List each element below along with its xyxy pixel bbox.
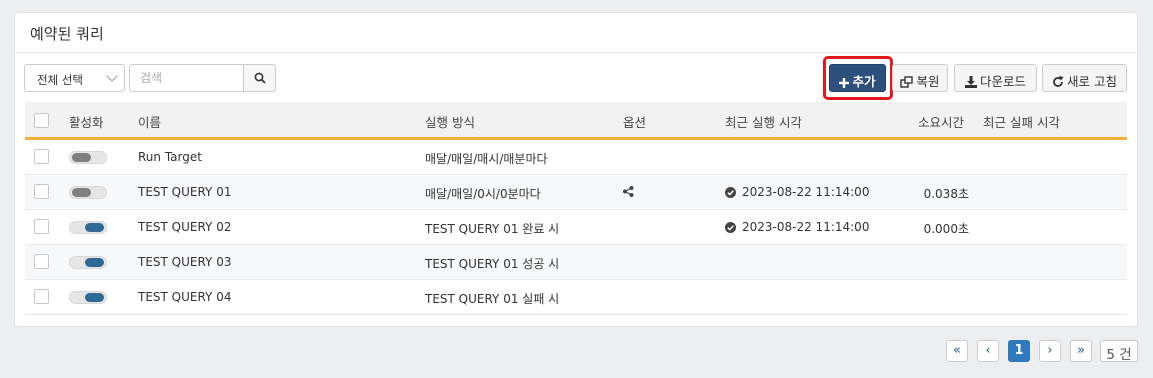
refresh-button[interactable]: 새로 고침	[1042, 64, 1127, 92]
table-row[interactable]: TEST QUERY 01 매달/매일/0시/0분마다 2023-08-22 1…	[25, 175, 1127, 210]
total-count: 5 건	[1100, 340, 1138, 363]
scheduled-query-panel: 예약된 쿼리 전체 선택 추가 복원 다운로드 새로 고침 활성화 이름 실행 …	[14, 12, 1138, 327]
table-row[interactable]: TEST QUERY 02 TEST QUERY 01 완료 시 2023-08…	[25, 210, 1127, 245]
select-all-checkbox[interactable]	[34, 113, 49, 128]
table-row[interactable]: TEST QUERY 03 TEST QUERY 01 성공 시	[25, 245, 1127, 280]
header-last-run[interactable]: 최근 실행 시각	[725, 112, 802, 131]
check-circle-icon	[725, 222, 736, 233]
share-icon[interactable]	[623, 186, 634, 200]
query-name[interactable]: TEST QUERY 02	[138, 220, 231, 234]
page-current-button[interactable]: 1	[1008, 340, 1030, 362]
row-checkbox[interactable]	[34, 149, 49, 164]
header-duration[interactable]: 소요시간	[918, 112, 964, 131]
page-last-button[interactable]: »	[1070, 340, 1092, 362]
header-options: 옵션	[623, 115, 647, 130]
toggle-knob	[85, 258, 104, 267]
query-method: 매달/매일/0시/0분마다	[425, 187, 541, 201]
page-prev-button[interactable]: ‹	[977, 340, 999, 362]
toggle-knob	[85, 223, 104, 232]
header-last-fail[interactable]: 최근 실패 시각	[983, 112, 1060, 131]
active-toggle[interactable]	[69, 291, 107, 304]
restore-button-label: 복원	[916, 74, 940, 89]
refresh-icon	[1053, 76, 1064, 87]
row-checkbox[interactable]	[34, 184, 49, 199]
search-icon	[254, 72, 266, 84]
query-method: TEST QUERY 01 실패 시	[425, 292, 560, 306]
query-name[interactable]: Run Target	[138, 150, 202, 164]
last-run-time: 2023-08-22 11:14:00	[725, 220, 869, 234]
query-method: TEST QUERY 01 성공 시	[425, 257, 560, 271]
active-toggle[interactable]	[69, 221, 107, 234]
last-run-time: 2023-08-22 11:14:00	[725, 185, 869, 199]
toggle-knob	[85, 293, 104, 302]
filter-select[interactable]: 전체 선택	[24, 64, 125, 92]
plus-icon	[839, 78, 850, 88]
query-table: 활성화 이름 실행 방식 옵션 최근 실행 시각 소요시간 최근 실패 시각 R…	[25, 102, 1127, 315]
table-row[interactable]: TEST QUERY 04 TEST QUERY 01 실패 시	[25, 280, 1127, 315]
page-first-button[interactable]: «	[946, 340, 968, 362]
query-method: TEST QUERY 01 완료 시	[425, 222, 560, 236]
header-active: 활성화	[69, 115, 104, 130]
duration: 0.038초	[923, 187, 969, 201]
search-button[interactable]	[243, 64, 276, 92]
last-run-value: 2023-08-22 11:14:00	[742, 185, 870, 199]
search-input[interactable]	[129, 64, 244, 92]
query-name[interactable]: TEST QUERY 04	[138, 290, 231, 304]
header-method: 실행 방식	[425, 115, 475, 130]
toggle-knob	[72, 153, 91, 162]
add-button-label: 추가	[852, 74, 876, 89]
toggle-knob	[72, 188, 91, 197]
query-method: 매달/매일/매시/매분마다	[425, 152, 548, 166]
active-toggle[interactable]	[69, 151, 107, 164]
download-icon	[964, 76, 977, 88]
refresh-button-label: 새로 고침	[1067, 74, 1117, 89]
restore-icon	[900, 76, 914, 88]
panel-title: 예약된 쿼리	[15, 13, 1137, 53]
table-row[interactable]: Run Target 매달/매일/매시/매분마다	[25, 140, 1127, 175]
check-circle-icon	[725, 187, 736, 198]
header-name[interactable]: 이름	[138, 112, 161, 131]
row-checkbox[interactable]	[34, 254, 49, 269]
download-button[interactable]: 다운로드	[954, 64, 1037, 92]
last-run-value: 2023-08-22 11:14:00	[742, 220, 870, 234]
active-toggle[interactable]	[69, 186, 107, 199]
query-name[interactable]: TEST QUERY 01	[138, 185, 231, 199]
active-toggle[interactable]	[69, 256, 107, 269]
page-next-button[interactable]: ›	[1039, 340, 1061, 362]
row-checkbox[interactable]	[34, 289, 49, 304]
query-name[interactable]: TEST QUERY 03	[138, 255, 231, 269]
download-button-label: 다운로드	[979, 74, 1026, 89]
row-checkbox[interactable]	[34, 219, 49, 234]
table-header: 활성화 이름 실행 방식 옵션 최근 실행 시각 소요시간 최근 실패 시각	[25, 102, 1127, 140]
chevron-down-icon	[106, 70, 118, 82]
duration: 0.000초	[923, 222, 969, 236]
filter-select-value: 전체 선택	[37, 73, 83, 87]
toolbar: 전체 선택 추가 복원 다운로드 새로 고침	[24, 56, 1127, 100]
restore-button[interactable]: 복원	[892, 64, 948, 92]
add-button[interactable]: 추가	[829, 64, 886, 92]
